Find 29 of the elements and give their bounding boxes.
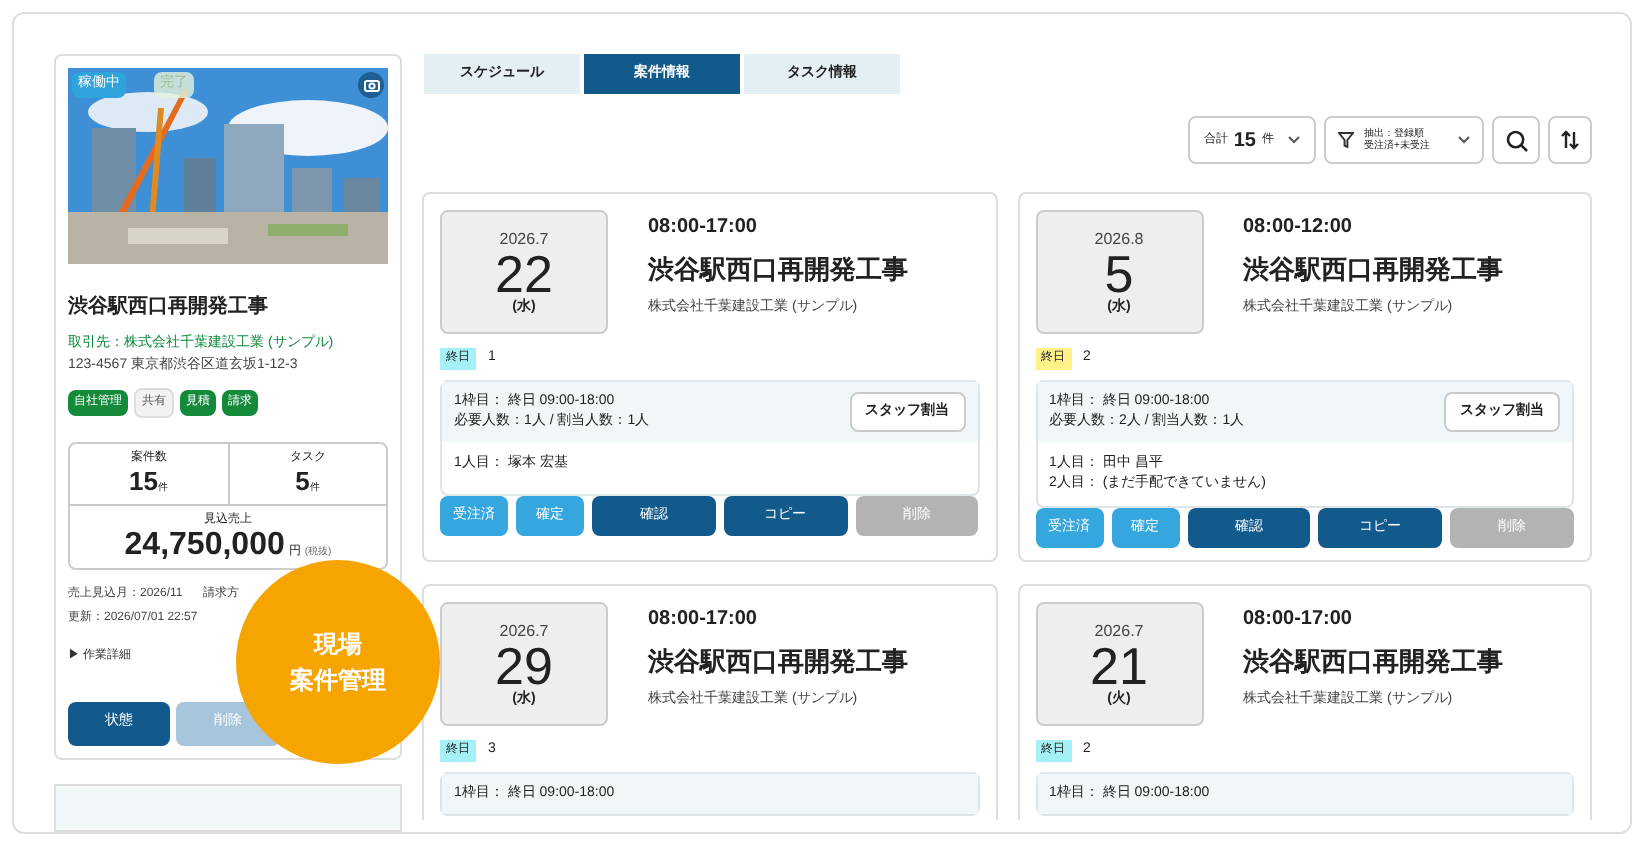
card-title: 渋谷駅西口再開発工事 bbox=[1243, 644, 1503, 680]
date-year-month: 2026.7 bbox=[499, 623, 549, 639]
date-year-month: 2026.7 bbox=[1094, 623, 1144, 639]
time-range: 08:00-17:00 bbox=[648, 606, 759, 634]
time-range: 08:00-17:00 bbox=[1243, 606, 1354, 634]
project-title: 渋谷駅西口再開発工事 bbox=[68, 293, 270, 322]
badge-text: 案件管理 bbox=[290, 664, 386, 698]
sort-icon bbox=[1560, 130, 1580, 150]
date-day: 21 bbox=[1090, 639, 1148, 691]
chevron-down-icon bbox=[1458, 136, 1470, 144]
search-icon bbox=[1505, 129, 1527, 151]
stat-value: 5 bbox=[295, 468, 310, 494]
chevron-down-icon bbox=[1288, 136, 1300, 144]
badge-text: 現場 bbox=[314, 628, 362, 662]
time-range: 08:00-12:00 bbox=[1243, 214, 1354, 242]
card-title: 渋谷駅西口再開発工事 bbox=[648, 252, 908, 288]
card-title: 渋谷駅西口再開発工事 bbox=[1243, 252, 1503, 288]
date-day: 29 bbox=[495, 639, 553, 691]
date-year-month: 2026.8 bbox=[1094, 231, 1144, 247]
date-day: 22 bbox=[495, 247, 553, 299]
sort-button[interactable] bbox=[1548, 116, 1592, 164]
date-day: 5 bbox=[1104, 247, 1134, 299]
date-year-month: 2026.7 bbox=[499, 231, 549, 247]
card-title: 渋谷駅西口再開発工事 bbox=[648, 644, 908, 680]
time-range: 08:00-17:00 bbox=[648, 214, 759, 242]
search-button[interactable] bbox=[1492, 116, 1540, 164]
stat-value: 15 bbox=[129, 468, 158, 494]
sales-value: 24,750,000 bbox=[124, 529, 285, 561]
filter-icon bbox=[1338, 132, 1354, 148]
